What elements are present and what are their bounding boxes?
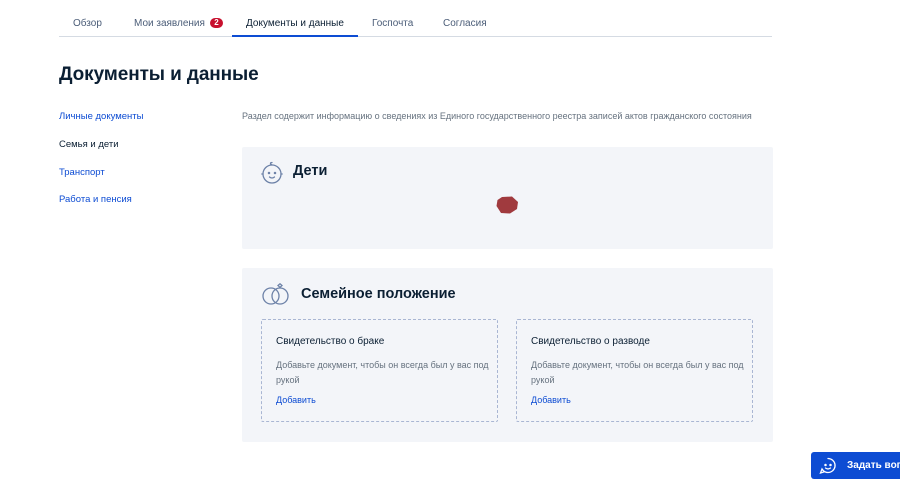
tab-consents-label: Согласия — [443, 18, 487, 29]
top-tabs: Обзор Мои заявления 2 Документы и данные … — [59, 8, 772, 37]
divorce-certificate-text: Добавьте документ, чтобы он всегда был у… — [531, 360, 744, 385]
tab-overview[interactable]: Обзор — [73, 8, 102, 36]
tab-documents[interactable]: Документы и данные — [232, 8, 358, 37]
tab-gospochta-label: Госпочта — [372, 18, 414, 29]
applications-count-badge: 2 — [209, 18, 223, 28]
section-description: Раздел содержит информацию о сведениях и… — [242, 111, 752, 121]
sidebar-item-personal-documents[interactable]: Личные документы — [59, 111, 143, 122]
wedding-rings-icon — [260, 282, 292, 310]
sidebar-item-work-pension[interactable]: Работа и пенсия — [59, 194, 132, 205]
page-title: Документы и данные — [59, 64, 259, 85]
children-card-title: Дети — [293, 163, 328, 179]
tab-consents[interactable]: Согласия — [443, 8, 487, 36]
family-status-title: Семейное положение — [301, 286, 456, 302]
sidebar-item-transport[interactable]: Транспорт — [59, 167, 105, 178]
tab-applications[interactable]: Мои заявления 2 — [134, 8, 223, 36]
divorce-certificate-box: Свидетельство о разводе Добавьте докумен… — [516, 319, 753, 422]
tab-applications-label: Мои заявления — [134, 18, 205, 29]
tab-gospochta[interactable]: Госпочта — [372, 8, 413, 36]
marriage-certificate-title: Свидетельство о браке — [276, 336, 385, 347]
ask-question-label: Задать вопрос — [847, 460, 900, 471]
children-card: Дети — [242, 147, 773, 249]
ask-question-button[interactable]: Задать вопрос — [811, 452, 900, 479]
divorce-certificate-title: Свидетельство о разводе — [531, 336, 650, 347]
chat-support-icon — [819, 457, 837, 479]
tab-documents-label: Документы и данные — [246, 18, 344, 29]
sidebar-item-family-children[interactable]: Семья и дети — [59, 139, 119, 150]
baby-face-icon — [260, 161, 284, 190]
marriage-certificate-box: Свидетельство о браке Добавьте документ,… — [261, 319, 498, 422]
loading-spinner — [496, 196, 519, 214]
tab-overview-label: Обзор — [73, 18, 102, 29]
family-status-card: Семейное положение Свидетельство о браке… — [242, 268, 773, 442]
marriage-certificate-text: Добавьте документ, чтобы он всегда был у… — [276, 360, 489, 385]
add-marriage-certificate-link[interactable]: Добавить — [276, 395, 316, 405]
add-divorce-certificate-link[interactable]: Добавить — [531, 395, 571, 405]
